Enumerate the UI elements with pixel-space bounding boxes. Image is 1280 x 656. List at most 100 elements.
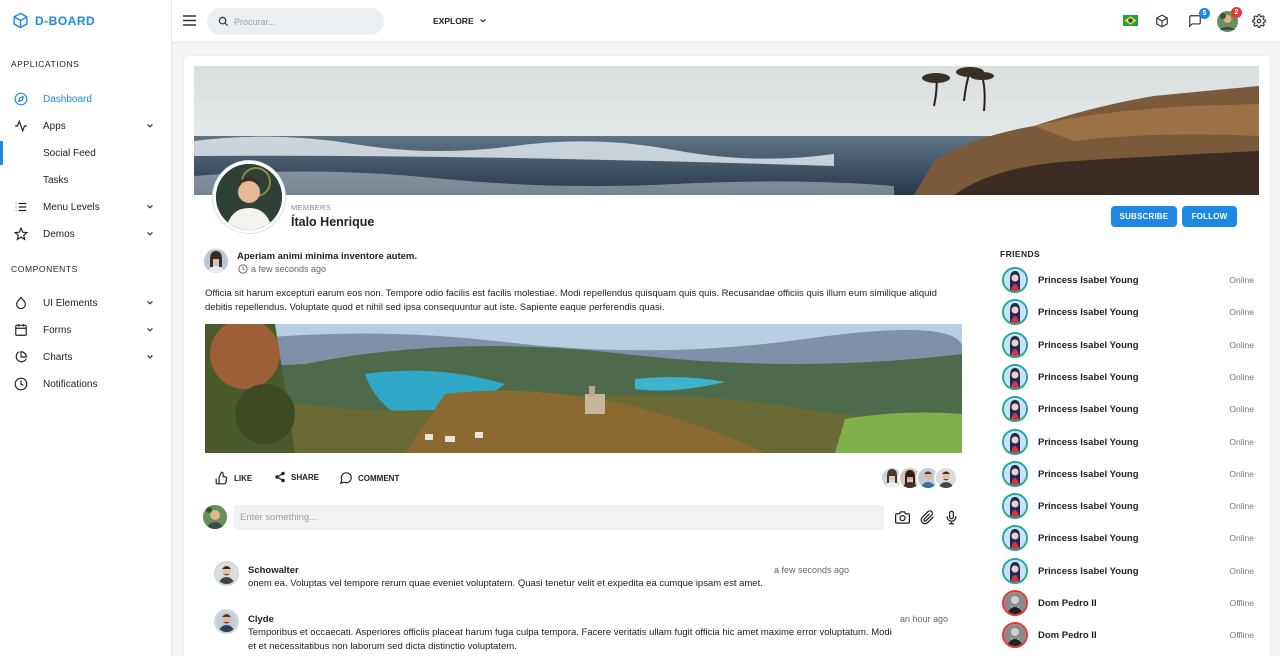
sidebar-item-label: Tasks <box>43 174 69 186</box>
friend-item[interactable]: Princess Isabel Young Online <box>1002 267 1254 295</box>
user-avatar[interactable]: 2 <box>1217 7 1242 32</box>
friend-item[interactable]: Princess Isabel Young Online <box>1002 331 1254 360</box>
sidebar-item-charts[interactable]: Charts <box>0 346 171 368</box>
droplet-icon <box>14 296 28 310</box>
likers-avatars[interactable] <box>880 466 958 490</box>
comment-author-avatar[interactable] <box>214 561 239 586</box>
friend-avatar <box>1002 590 1028 616</box>
friend-name: Princess Isabel Young <box>1038 533 1139 545</box>
profile-avatar[interactable] <box>213 161 285 233</box>
sidebar-item-label: UI Elements <box>43 297 98 309</box>
explore-menu[interactable]: EXPLORE <box>433 16 487 26</box>
chevron-down-icon <box>146 299 154 307</box>
paperclip-icon[interactable] <box>920 510 935 525</box>
friend-item[interactable]: Princess Isabel Young Online <box>1002 460 1254 489</box>
friend-avatar <box>1002 460 1028 487</box>
share-button[interactable]: SHARE <box>274 471 319 483</box>
top-header: EXPLORE 5 2 <box>172 0 1280 43</box>
clock-icon <box>238 264 248 274</box>
friend-status: Online <box>1229 371 1254 382</box>
sidebar: D-BOARD APPLICATIONS Dashboard Apps Soci… <box>0 0 172 656</box>
star-icon <box>14 227 28 241</box>
activity-icon <box>14 119 28 133</box>
comment-button[interactable]: COMMENT <box>339 471 399 485</box>
friend-name: Princess Isabel Young <box>1038 468 1139 480</box>
brand-name: D-BOARD <box>35 13 96 28</box>
friend-name: Princess Isabel Young <box>1038 501 1139 513</box>
message-icon[interactable]: 5 <box>1188 8 1210 30</box>
sidebar-item-label: Social Feed <box>43 147 96 159</box>
subscribe-button[interactable]: SUBSCRIBE <box>1111 206 1177 227</box>
friend-avatar <box>1002 267 1028 293</box>
post-time: a few seconds ago <box>238 264 326 274</box>
friend-item[interactable]: Princess Isabel Young Online <box>1002 525 1254 553</box>
chevron-down-icon <box>146 230 154 238</box>
chevron-down-icon <box>479 17 487 25</box>
post-image[interactable] <box>205 324 962 453</box>
friend-name: Dom Pedro II <box>1038 630 1097 642</box>
friend-item[interactable]: Princess Isabel Young Online <box>1002 493 1254 521</box>
sidebar-item-tasks[interactable]: Tasks <box>0 169 171 191</box>
microphone-icon[interactable] <box>944 510 959 525</box>
friend-item[interactable]: Princess Isabel Young Online <box>1002 396 1254 424</box>
search-input[interactable] <box>234 14 374 29</box>
sidebar-item-label: Menu Levels <box>43 201 100 213</box>
sidebar-item-forms[interactable]: Forms <box>0 319 171 341</box>
sidebar-item-apps[interactable]: Apps <box>0 115 171 137</box>
friend-avatar <box>1002 331 1028 358</box>
sidebar-item-ui-elements[interactable]: UI Elements <box>0 292 171 314</box>
post-title: Aperiam animi minima inventore autem. <box>237 251 418 262</box>
friend-avatar <box>1002 622 1028 649</box>
search-box <box>207 8 384 35</box>
like-button[interactable]: LIKE <box>215 471 252 485</box>
post-body: Officia sit harum excepturi earum eos no… <box>205 288 937 313</box>
friend-item[interactable]: Princess Isabel Young Online <box>1002 363 1254 392</box>
friend-avatar <box>1002 525 1028 552</box>
follow-button[interactable]: FOLLOW <box>1182 206 1237 227</box>
list-icon <box>14 200 28 214</box>
brazil-flag-icon[interactable] <box>1123 15 1138 26</box>
gear-icon[interactable] <box>1252 14 1268 30</box>
section-title-applications: APPLICATIONS <box>11 59 80 69</box>
friend-item[interactable]: Dom Pedro II Offline <box>1002 622 1254 650</box>
brand-logo[interactable]: D-BOARD <box>12 12 95 29</box>
post-author-avatar[interactable] <box>204 249 228 273</box>
friend-avatar <box>1002 363 1028 390</box>
cube-icon[interactable] <box>1155 14 1171 30</box>
sidebar-item-label: Notifications <box>43 378 98 390</box>
camera-icon[interactable] <box>895 510 910 525</box>
friend-name: Princess Isabel Young <box>1038 565 1139 577</box>
friend-status: Online <box>1229 533 1254 544</box>
clock-icon <box>14 377 28 391</box>
chevron-down-icon <box>146 122 154 130</box>
sidebar-item-demos[interactable]: Demos <box>0 223 171 245</box>
avatar <box>934 466 958 490</box>
friend-item[interactable]: Dom Pedro II Offline <box>1002 590 1254 618</box>
cover-image <box>194 66 1259 195</box>
sidebar-item-notifications[interactable]: Notifications <box>0 373 171 395</box>
chevron-down-icon <box>146 353 154 361</box>
sidebar-item-label: Apps <box>43 120 66 132</box>
friend-status: Online <box>1229 339 1254 350</box>
friend-item[interactable]: Princess Isabel Young Online <box>1002 428 1254 457</box>
sidebar-item-menu-levels[interactable]: Menu Levels <box>0 196 171 218</box>
friend-avatar <box>1002 396 1028 423</box>
comment-author-avatar[interactable] <box>214 609 239 634</box>
friend-status: Online <box>1229 468 1254 479</box>
cube-icon <box>12 12 29 29</box>
compass-icon <box>14 92 28 106</box>
comment-text: Temporibus et occaecati. Asperiores offi… <box>248 627 892 652</box>
friend-name: Princess Isabel Young <box>1038 436 1139 448</box>
sidebar-item-dashboard[interactable]: Dashboard <box>0 88 171 110</box>
share-icon <box>274 471 286 483</box>
comment-author: Schowalter <box>248 565 299 576</box>
friend-name: Princess Isabel Young <box>1038 275 1139 286</box>
sidebar-item-social-feed[interactable]: Social Feed <box>0 142 171 164</box>
friend-item[interactable]: Princess Isabel Young Online <box>1002 557 1254 586</box>
profile-name: Ítalo Henrique <box>291 215 375 229</box>
friends-title: FRIENDS <box>1000 249 1041 259</box>
menu-icon[interactable] <box>183 15 196 26</box>
post-time-text: a few seconds ago <box>251 264 327 274</box>
comment-input[interactable] <box>234 505 884 530</box>
friend-item[interactable]: Princess Isabel Young Online <box>1002 299 1254 327</box>
